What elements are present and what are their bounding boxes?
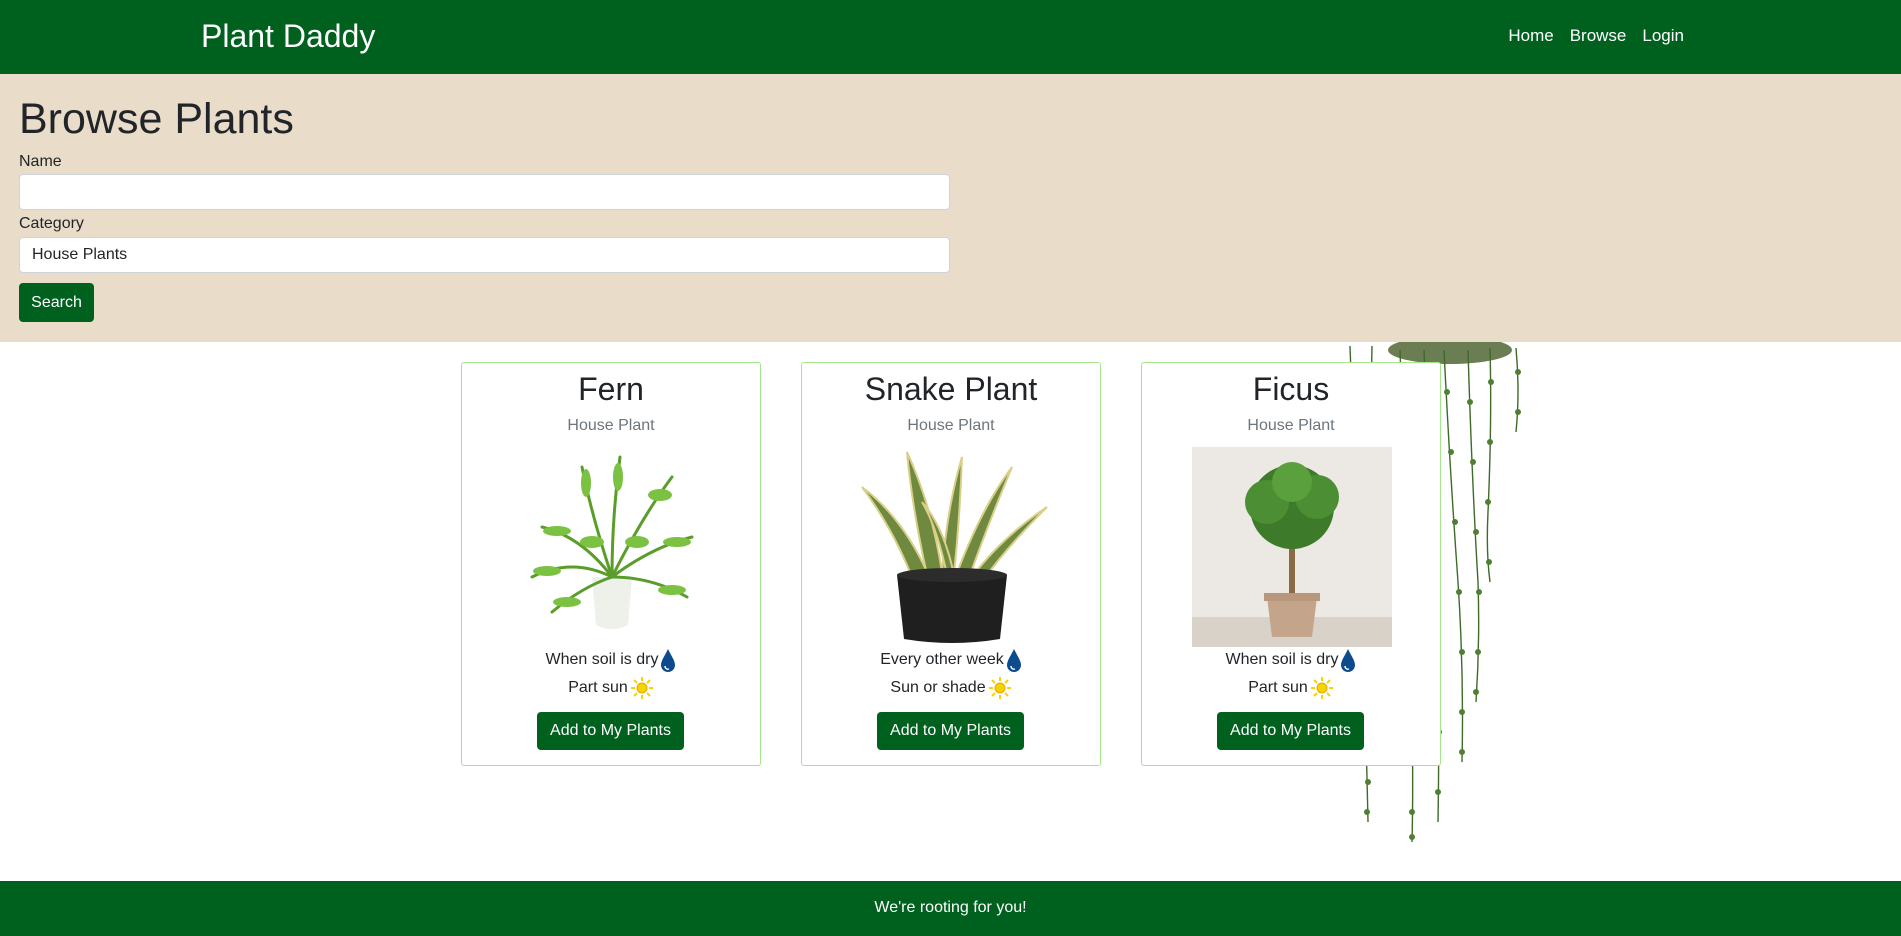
water-text: Every other week [880,651,1004,668]
name-label: Name [19,153,62,170]
fern-image [512,447,712,647]
add-to-my-plants-button[interactable]: Add to My Plants [1217,712,1364,750]
nav-links: Home Browse Login [1500,25,1692,47]
plant-card-snake-plant: Snake Plant House Plant Every other week… [801,362,1101,766]
water-drop-icon [661,649,676,672]
sun-info: Part sun [1142,676,1440,700]
add-to-my-plants-button[interactable]: Add to My Plants [877,712,1024,750]
nav-link-home[interactable]: Home [1500,25,1561,47]
plant-category: House Plant [1247,417,1335,434]
nav-link-login[interactable]: Login [1634,25,1692,47]
plant-card-ficus: Ficus House Plant When soil is dry Part … [1141,362,1441,766]
sun-text: Sun or shade [890,679,986,696]
footer: We're rooting for you! [0,881,1901,936]
name-input[interactable] [19,174,950,210]
plant-name: Ficus [1252,371,1330,407]
sun-info: Sun or shade [802,676,1100,700]
sun-info: Part sun [462,676,760,700]
water-text: When soil is dry [545,651,659,668]
sun-icon [988,677,1011,699]
search-button[interactable]: Search [19,283,94,322]
water-info: When soil is dry [1142,648,1440,672]
sun-text: Part sun [1248,679,1308,696]
add-to-my-plants-button[interactable]: Add to My Plants [537,712,684,750]
search-panel: Browse Plants Name Category Search [0,74,1901,342]
plant-category: House Plant [567,417,655,434]
sun-text: Part sun [568,679,628,696]
water-text: When soil is dry [1225,651,1339,668]
plant-name: Snake Plant [864,371,1038,407]
water-info: When soil is dry [462,648,760,672]
nav-link-browse[interactable]: Browse [1562,25,1635,47]
navbar: Plant Daddy Home Browse Login [0,0,1901,74]
plant-category: House Plant [907,417,995,434]
water-drop-icon [1341,649,1356,672]
sun-icon [1310,677,1333,699]
sun-icon [630,677,653,699]
plant-name: Fern [578,371,644,407]
ficus-image [1192,447,1392,647]
water-info: Every other week [802,648,1100,672]
water-drop-icon [1006,649,1021,672]
brand-logo[interactable]: Plant Daddy [201,16,375,56]
plant-card-fern: Fern House Plant When soil is dry Part s… [461,362,761,766]
snake-plant-image [852,447,1052,647]
category-label: Category [19,215,84,232]
category-input[interactable] [19,237,950,273]
footer-text: We're rooting for you! [874,899,1027,916]
page-title: Browse Plants [19,95,294,143]
